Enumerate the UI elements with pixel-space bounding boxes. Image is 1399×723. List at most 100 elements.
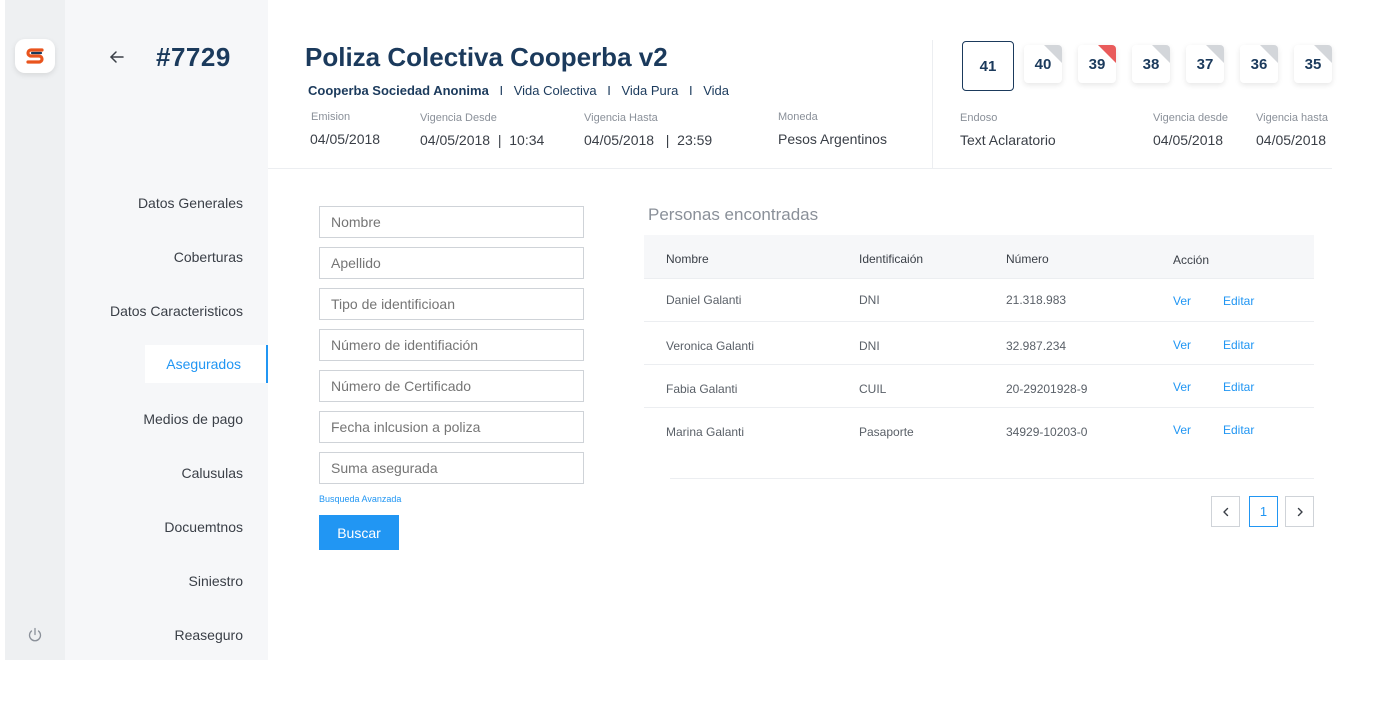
back-arrow-icon[interactable] <box>108 48 126 66</box>
ver-link[interactable]: Ver <box>1173 338 1191 352</box>
nav-item-asegurados[interactable]: Asegurados <box>145 345 268 383</box>
endoso-vigencia-desde-value: 04/05/2018 <box>1153 132 1224 148</box>
editar-link[interactable]: Editar <box>1223 338 1254 352</box>
nav-item-medios-de-pago[interactable]: Medios de pago <box>143 411 243 427</box>
cell-tipo: CUIL <box>859 382 887 396</box>
separator: I <box>607 83 611 98</box>
header-divider <box>932 40 933 168</box>
nav-item-siniestro[interactable]: Siniestro <box>189 573 243 589</box>
nav-item-coberturas[interactable]: Coberturas <box>174 249 243 265</box>
cell-numero: 21.318.983 <box>1006 293 1067 307</box>
page-button-current[interactable]: 1 <box>1249 496 1278 527</box>
cell-tipo: DNI <box>859 339 880 353</box>
flag-icon <box>1206 45 1224 63</box>
endoso-vigencia-desde-label: Vigencia desde <box>1153 112 1229 124</box>
endoso-chip-36[interactable]: 36 <box>1240 45 1278 83</box>
chevron-left-icon <box>1222 507 1228 516</box>
numero-identificacion-input[interactable] <box>319 329 584 361</box>
column-header-numero: Número <box>1006 252 1049 266</box>
tipo-identificacion-input[interactable] <box>319 288 584 320</box>
cell-nombre: Fabia Galanti <box>666 382 738 396</box>
moneda-label: Moneda <box>778 111 818 123</box>
cell-nombre: Marina Galanti <box>666 425 745 439</box>
nav-item-clausulas[interactable]: Calusulas <box>182 465 243 481</box>
separator: I <box>688 83 693 98</box>
vigencia-hasta-value: 04/05/2018 | 23:59 <box>584 132 713 148</box>
results-table-header: Nombre Identificaión Número Acción <box>644 235 1314 279</box>
cell-tipo: Pasaporte <box>859 425 914 439</box>
endoso-chip-37[interactable]: 37 <box>1186 45 1224 83</box>
results-title: Personas encontradas <box>648 205 819 224</box>
product-branch: Vida <box>703 83 729 98</box>
endoso-chip-41[interactable]: 41 <box>962 41 1014 91</box>
policy-number: #7729 <box>156 42 231 72</box>
cell-numero: 34929-10203-0 <box>1006 425 1088 439</box>
cell-nombre: Daniel Galanti <box>666 293 742 307</box>
endoso-chip-39[interactable]: 39 <box>1078 45 1116 83</box>
section-nav <box>65 0 268 660</box>
cell-tipo: DNI <box>859 293 880 307</box>
numero-certificado-input[interactable] <box>319 370 584 402</box>
endoso-label: Endoso <box>960 112 998 124</box>
separator: I <box>499 83 504 98</box>
policy-subline: Cooperba Sociedad Anonima I Vida Colecti… <box>308 83 729 98</box>
editar-link[interactable]: Editar <box>1223 423 1254 437</box>
endoso-number: 41 <box>979 57 997 75</box>
column-header-identificacion: Identificaión <box>859 252 924 266</box>
column-header-accion: Acción <box>1173 253 1210 267</box>
flag-icon <box>1314 45 1332 63</box>
flag-icon <box>1152 45 1170 63</box>
product-line: Vida Colectiva <box>513 83 597 98</box>
vigencia-hasta-label: Vigencia Hasta <box>584 112 658 124</box>
emision-value: 04/05/2018 <box>310 131 381 147</box>
app-rail <box>5 0 65 660</box>
moneda-value: Pesos Argentinos <box>778 131 887 147</box>
table-row: Fabia Galanti CUIL 20-29201928-9 Ver Edi… <box>644 365 1314 408</box>
vigencia-desde-label: Vigencia Desde <box>420 112 497 124</box>
endoso-chip-38[interactable]: 38 <box>1132 45 1170 83</box>
search-button[interactable]: Buscar <box>319 515 399 550</box>
app-logo[interactable] <box>15 39 55 73</box>
table-row: Daniel Galanti DNI 21.318.983 Ver Editar <box>644 279 1314 322</box>
suma-asegurada-input[interactable] <box>319 452 584 484</box>
editar-link[interactable]: Editar <box>1223 380 1254 394</box>
cell-numero: 32.987.234 <box>1006 339 1067 353</box>
column-header-nombre: Nombre <box>666 252 709 266</box>
cell-nombre: Veronica Galanti <box>666 339 755 353</box>
endoso-vigencia-hasta-value: 04/05/2018 <box>1256 132 1327 148</box>
ver-link[interactable]: Ver <box>1173 423 1191 437</box>
flag-icon <box>1098 45 1116 63</box>
product-type: Vida Pura <box>621 83 679 98</box>
endoso-value: Text Aclaratorio <box>960 132 1056 148</box>
nav-item-datos-generales[interactable]: Datos Generales <box>138 195 243 211</box>
advanced-search-link[interactable]: Busqueda Avanzada <box>319 494 401 504</box>
nombre-input[interactable] <box>319 206 584 238</box>
nav-item-datos-caracteristicos[interactable]: Datos Caracteristicos <box>110 303 243 319</box>
ver-link[interactable]: Ver <box>1173 294 1191 308</box>
flag-icon <box>1260 45 1278 63</box>
nav-item-label: Asegurados <box>166 356 241 372</box>
table-row: Veronica Galanti DNI 32.987.234 Ver Edit… <box>644 322 1314 365</box>
editar-link[interactable]: Editar <box>1223 294 1254 308</box>
page-title: Poliza Colectiva Cooperba v2 <box>305 42 668 72</box>
company-name: Cooperba Sociedad Anonima <box>308 83 489 98</box>
nav-item-reaseguro[interactable]: Reaseguro <box>175 627 244 643</box>
ver-link[interactable]: Ver <box>1173 380 1191 394</box>
endoso-chip-35[interactable]: 35 <box>1294 45 1332 83</box>
prev-page-button[interactable] <box>1211 496 1240 527</box>
vigencia-desde-value: 04/05/2018 | 10:34 <box>420 132 545 148</box>
table-bottom-divider <box>670 478 1314 479</box>
table-row: Marina Galanti Pasaporte 34929-10203-0 V… <box>644 408 1314 451</box>
nav-item-documentos[interactable]: Docuemtnos <box>164 519 243 535</box>
endoso-chip-40[interactable]: 40 <box>1024 45 1062 83</box>
header-bottom-divider <box>268 168 1332 169</box>
next-page-button[interactable] <box>1285 496 1314 527</box>
endoso-vigencia-hasta-label: Vigencia hasta <box>1256 112 1328 124</box>
cell-numero: 20-29201928-9 <box>1006 382 1088 396</box>
chevron-right-icon <box>1297 507 1303 516</box>
apellido-input[interactable] <box>319 247 584 279</box>
logo-icon <box>26 48 44 64</box>
power-icon[interactable] <box>27 627 43 643</box>
emision-label: Emision <box>311 111 351 123</box>
fecha-inclusion-input[interactable] <box>319 411 584 443</box>
